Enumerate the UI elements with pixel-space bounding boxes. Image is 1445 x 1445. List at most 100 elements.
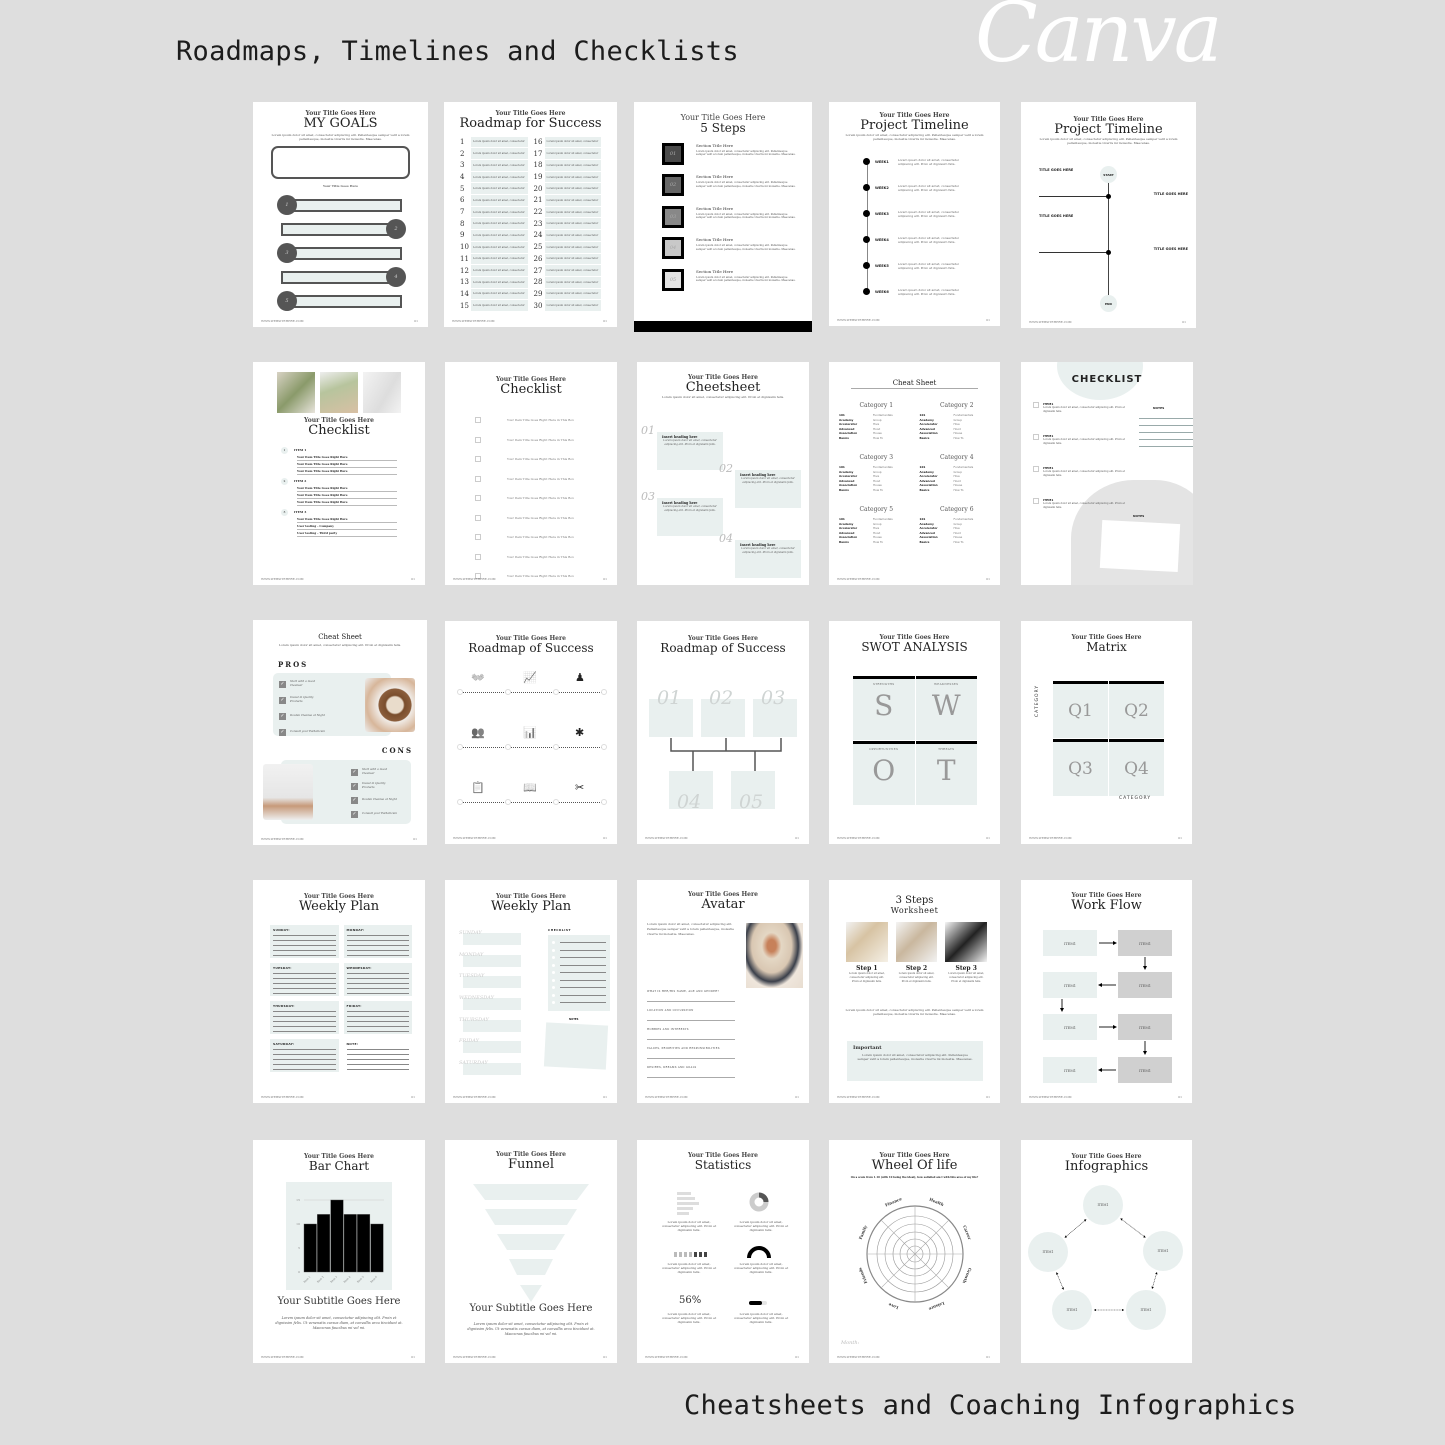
checklist-row[interactable]	[552, 954, 606, 962]
step-row[interactable]: 04 Section Title Here Lorem ipsum dolor si…	[662, 237, 812, 269]
day-block[interactable]: SATURDAY:	[270, 1039, 339, 1072]
template-roadmap-steps[interactable]: Your Title Goes Here Roadmap of Success …	[637, 621, 809, 844]
template-pros-cons[interactable]: Cheat Sheet Lorem ipsum dolor sit amet, …	[253, 620, 427, 845]
roadmap-item[interactable]: 29 Lorem ipsum dolor sit amet, consectetu…	[534, 288, 601, 300]
checklist-row[interactable]	[552, 939, 606, 947]
roadmap-item[interactable]: 16 Lorem ipsum dolor sit amet, consectetu…	[534, 136, 601, 148]
roadmap-item[interactable]: 10 Lorem ipsum dolor sit amet, consectetu…	[460, 241, 528, 253]
roadmap-item[interactable]: 15 Lorem ipsum dolor sit amet, consectetu…	[460, 300, 528, 311]
roadmap-item[interactable]: 25 Lorem ipsum dolor sit amet, consectetu…	[534, 241, 601, 253]
avatar-question[interactable]: LOCATION AND OCCUPATION	[647, 1009, 745, 1028]
milestone-dot[interactable]	[553, 799, 559, 805]
checklist-row[interactable]	[552, 969, 606, 977]
roadmap-item[interactable]: 30 Lorem ipsum dolor sit amet, consectetu…	[534, 300, 601, 311]
step-row[interactable]: 03 Section Title Here Lorem ipsum dolor si…	[662, 205, 812, 238]
checklist-sub-item[interactable]: User testing - Third party	[297, 530, 397, 537]
pro-con-item[interactable]: ✓ Start with a Good Cleanser	[351, 765, 411, 779]
template-5-steps[interactable]: Your Title Goes Here 5 Steps 01 Section T…	[634, 102, 812, 332]
check-dot[interactable]	[552, 986, 555, 990]
roadmap-item[interactable]: 28 Lorem ipsum dolor sit amet, consectetu…	[534, 276, 601, 288]
goal-row[interactable]: 2	[277, 219, 406, 240]
day-block[interactable]: MONDAY:	[343, 925, 412, 958]
roadmap-item[interactable]: 17 Lorem ipsum dolor sit amet, consectetu…	[534, 148, 601, 160]
matrix-quadrant[interactable]: Q3	[1053, 739, 1108, 796]
template-avatar[interactable]: Your Title Goes Here Avatar Lorem ipsum …	[637, 880, 809, 1103]
check-dot[interactable]	[552, 948, 555, 952]
milestone-dot[interactable]	[553, 744, 559, 750]
roadmap-item[interactable]: 18 Lorem ipsum dolor sit amet, consectetu…	[534, 160, 601, 171]
roadmap-item[interactable]: 2 Lorem ipsum dolor sit amet, consectetur	[460, 148, 528, 160]
checklist-item[interactable]: ITEM1 Lorem ipsum dolor sit amet, consect…	[1033, 402, 1131, 434]
matrix-quadrant[interactable]: Q1	[1053, 681, 1108, 738]
template-roadmap-for-success[interactable]: Your Title Goes Here Roadmap for Success…	[444, 102, 617, 327]
matrix-quadrant[interactable]: Q4	[1109, 739, 1164, 796]
checklist-row[interactable]: Your Item Title Goes Right Here in This …	[475, 489, 587, 509]
avatar-question[interactable]: DESIRES, DREAMS AND GOALS	[647, 1066, 745, 1085]
checklist-row[interactable]: Your Item Title Goes Right Here in This …	[475, 508, 587, 528]
template-infographics[interactable]: Your Title Goes Here Infographics ITEM1 I…	[1021, 1140, 1192, 1363]
checkbox[interactable]	[475, 553, 481, 560]
day-row[interactable]: SUNDAY	[459, 930, 529, 952]
roadmap-item[interactable]: 5 Lorem ipsum dolor sit amet, consectetur	[460, 183, 528, 195]
checklist-sub-item[interactable]: Your Item Title Goes Right Here	[297, 461, 397, 468]
day-block[interactable]: WEDNESDAY:	[343, 963, 412, 996]
week-row[interactable]: WEEK5 Lorem ipsum dolor sit amet, consect…	[863, 262, 990, 288]
check-dot[interactable]	[552, 978, 555, 982]
milestone-dot[interactable]	[553, 689, 559, 695]
answer-line[interactable]	[647, 1058, 735, 1059]
day-block[interactable]: THURSDAY:	[270, 1001, 339, 1034]
cheetsheet-box[interactable]: Insert heading here Lorem ipsum dolor sit…	[657, 432, 723, 470]
goal-box[interactable]	[271, 146, 410, 180]
checklist-row[interactable]: Your Item Title Goes Right Here in This …	[475, 469, 587, 489]
cheetsheet-box[interactable]: Insert heading here Lorem ipsum dolor sit…	[735, 540, 801, 578]
check-dot[interactable]	[552, 941, 555, 945]
answer-line[interactable]	[647, 1020, 735, 1021]
answer-line[interactable]	[647, 1077, 735, 1078]
roadmap-item[interactable]: 11 Lorem ipsum dolor sit amet, consectetu…	[460, 253, 528, 265]
checklist-item-header[interactable]: 3 ITEM 3	[281, 508, 397, 516]
day-row[interactable]: MONDAY	[459, 952, 529, 974]
goal-row[interactable]: 4	[277, 267, 406, 288]
template-weekly-plan-checklist[interactable]: Your Title Goes Here Weekly Plan SUNDAY M…	[445, 880, 617, 1103]
week-row[interactable]: WEEK2 Lorem ipsum dolor sit amet, consect…	[863, 184, 990, 210]
roadmap-item[interactable]: 14 Lorem ipsum dolor sit amet, consectetu…	[460, 288, 528, 300]
goal-row[interactable]: 1	[277, 195, 406, 216]
week-row[interactable]: WEEK1 Lorem ipsum dolor sit amet, consect…	[863, 158, 990, 184]
checklist-sub-item[interactable]: Your Item Title Goes Right Here	[297, 516, 397, 523]
roadmap-item[interactable]: 12 Lorem ipsum dolor sit amet, consectetu…	[460, 265, 528, 276]
check-dot[interactable]	[552, 1001, 555, 1005]
pro-con-item[interactable]: ✓ Invest in Quality Products	[351, 779, 411, 793]
pro-con-item[interactable]: ✓ Invest in Quality Products	[279, 692, 363, 708]
swot-quadrant[interactable]: OPPORTUNITIES O	[853, 741, 915, 805]
checkbox[interactable]	[475, 436, 481, 443]
checkbox[interactable]	[475, 514, 481, 521]
goal-bar[interactable]	[281, 295, 402, 309]
checklist-item-header[interactable]: 2 ITEM 2	[281, 477, 397, 485]
avatar-question[interactable]: WHAT IS HER/HIS NAME, AGE AND GENDER?	[647, 990, 745, 1009]
roadmap-item[interactable]: 26 Lorem ipsum dolor sit amet, consectetu…	[534, 253, 601, 265]
step-row[interactable]: 01 Section Title Here Lorem ipsum dolor si…	[662, 142, 812, 175]
milestone-dot[interactable]	[457, 744, 463, 750]
template-checklist-notes[interactable]: CHECKLIST ITEM1 Lorem ipsum dolor sit ame…	[1021, 362, 1193, 585]
day-row[interactable]: SATURDAY	[459, 1060, 529, 1082]
roadmap-item[interactable]: 9 Lorem ipsum dolor sit amet, consectetur	[460, 230, 528, 241]
day-row[interactable]: FRIDAY	[459, 1038, 529, 1060]
roadmap-item[interactable]: 1 Lorem ipsum dolor sit amet, consectetur	[460, 136, 528, 148]
template-my-goals[interactable]: Your Title Goes Here MY GOALS Lorem ipsu…	[253, 102, 428, 327]
template-checklist-photos[interactable]: Your Title Goes Here Checklist 1 ITEM 1 Yo…	[253, 362, 425, 585]
template-weekly-plan-grid[interactable]: Your Title Goes Here Weekly Plan SUNDAY:…	[253, 880, 425, 1103]
checkbox[interactable]	[1033, 434, 1039, 440]
checkbox[interactable]	[475, 534, 481, 541]
checklist-sub-item[interactable]: Your Item Title Goes Right Here	[297, 492, 397, 499]
goal-bar[interactable]	[281, 223, 402, 237]
milestone-dot[interactable]	[457, 689, 463, 695]
checklist-row[interactable]: Your Item Title Goes Right Here in This …	[475, 567, 587, 585]
roadmap-item[interactable]: 8 Lorem ipsum dolor sit amet, consectetur	[460, 218, 528, 230]
step-row[interactable]: 05 Section Title Here Lorem ipsum dolor si…	[662, 268, 812, 301]
checklist-sub-item[interactable]: Your Item Title Goes Right Here	[297, 468, 397, 475]
day-row[interactable]: THURSDAY	[459, 1017, 529, 1039]
checklist-row[interactable]	[552, 999, 606, 1007]
template-roadmap-icons[interactable]: Your Title Goes Here Roadmap of Success …	[445, 621, 617, 844]
cheetsheet-box[interactable]: Insert heading here Lorem ipsum dolor sit…	[735, 470, 801, 508]
template-matrix[interactable]: Your Title Goes Here Matrix Q1 Q2 Q3 Q4 CAT…	[1021, 621, 1192, 844]
